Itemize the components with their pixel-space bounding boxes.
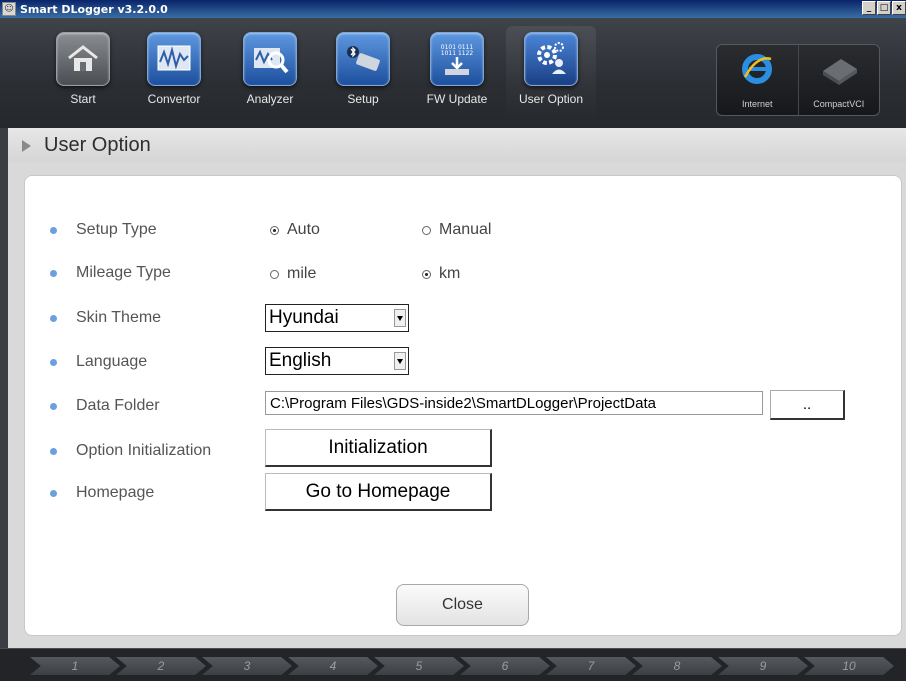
- chevron-down-icon[interactable]: [394, 309, 406, 327]
- page-title: User Option: [44, 133, 151, 156]
- bullet-icon: [50, 358, 57, 366]
- step-item[interactable]: 7: [546, 657, 636, 675]
- setup-icon: [336, 32, 390, 86]
- bullet-icon: [50, 402, 57, 410]
- tool-label: Start: [70, 92, 96, 106]
- tool-setup[interactable]: Setup: [318, 26, 408, 121]
- window-controls: _ □ x: [862, 1, 906, 15]
- compact-vci-icon: [822, 59, 857, 85]
- radio-checked-icon: [422, 269, 431, 279]
- bullet-icon: [50, 447, 57, 455]
- internet-label: Internet: [741, 99, 773, 109]
- option-init-label: Option Initialization: [76, 442, 212, 459]
- internet-button[interactable]: Internet: [717, 45, 798, 115]
- step-item[interactable]: 4: [288, 657, 378, 675]
- mileage-type-km-radio[interactable]: km: [422, 265, 460, 283]
- step-item[interactable]: 6: [460, 657, 550, 675]
- tool-fw-update[interactable]: 0101 0111 1011 1122 FW Update: [412, 26, 502, 121]
- step-bar: 1 2 3 4 5 6 7 8 9 10: [0, 648, 906, 681]
- tool-convertor[interactable]: Convertor: [129, 26, 219, 121]
- bullet-icon: [50, 269, 57, 277]
- bullet-icon: [50, 489, 57, 497]
- convertor-icon: [147, 32, 201, 86]
- homepage-label: Homepage: [76, 484, 155, 501]
- fw-update-icon: 0101 0111 1011 1122: [430, 32, 484, 86]
- data-folder-input[interactable]: C:\Program Files\GDS-inside2\SmartDLogge…: [265, 391, 763, 415]
- skin-theme-label: Skin Theme: [76, 309, 162, 326]
- step-item[interactable]: 10: [804, 657, 894, 675]
- radio-label: mile: [287, 265, 317, 282]
- close-window-button[interactable]: x: [892, 1, 906, 15]
- compact-vci-button[interactable]: CompactVCI: [797, 45, 880, 115]
- external-links-panel: Internet CompactVCI: [716, 44, 880, 116]
- browse-folder-button[interactable]: ..: [770, 390, 845, 420]
- setup-type-label: Setup Type: [76, 221, 157, 238]
- skin-theme-value: Hyundai: [269, 307, 339, 328]
- step-item[interactable]: 5: [374, 657, 464, 675]
- tool-label: Convertor: [147, 92, 201, 106]
- analyzer-icon: [243, 32, 297, 86]
- svg-text:1011 1122: 1011 1122: [441, 50, 474, 57]
- step-item[interactable]: 3: [202, 657, 292, 675]
- radio-unchecked-icon: [422, 225, 431, 235]
- maximize-button[interactable]: □: [877, 1, 891, 15]
- radio-label: Manual: [439, 221, 492, 238]
- bullet-icon: [50, 226, 57, 234]
- tool-label: FW Update: [426, 92, 488, 106]
- step-item[interactable]: 8: [632, 657, 722, 675]
- chevron-down-icon[interactable]: [394, 352, 406, 370]
- title-bar: ☺ Smart DLogger v3.2.0.0 _ □ x: [0, 0, 906, 18]
- bullet-icon: [50, 314, 57, 322]
- mileage-type-mile-radio[interactable]: mile: [270, 265, 316, 283]
- language-row: Language: [50, 348, 266, 376]
- go-to-homepage-button[interactable]: Go to Homepage: [265, 473, 492, 511]
- minimize-button[interactable]: _: [862, 1, 876, 15]
- gear-user-icon: [524, 32, 578, 86]
- language-value: English: [269, 350, 332, 371]
- window-title: Smart DLogger v3.2.0.0: [20, 2, 168, 16]
- language-select[interactable]: English: [265, 347, 409, 375]
- skin-theme-select[interactable]: Hyundai: [265, 304, 409, 332]
- tool-label: Analyzer: [246, 92, 294, 106]
- option-init-row: Option Initialization: [50, 437, 266, 465]
- tool-label: User Option: [518, 92, 584, 106]
- main-toolbar: Start Convertor Analyzer Setup 0101 0111…: [0, 18, 906, 128]
- data-folder-label: Data Folder: [76, 397, 160, 414]
- app-icon: ☺: [2, 2, 16, 16]
- language-label: Language: [76, 353, 148, 370]
- tool-user-option[interactable]: User Option: [506, 26, 596, 121]
- step-item[interactable]: 9: [718, 657, 808, 675]
- tool-analyzer[interactable]: Analyzer: [225, 26, 315, 121]
- radio-label: Auto: [287, 221, 320, 238]
- mileage-type-label: Mileage Type: [76, 264, 171, 281]
- initialization-button[interactable]: Initialization: [265, 429, 492, 467]
- homepage-row: Homepage: [50, 479, 266, 507]
- close-button[interactable]: Close: [396, 584, 529, 626]
- skin-theme-row: Skin Theme: [50, 304, 266, 332]
- play-arrow-icon: [22, 140, 31, 152]
- data-folder-row: Data Folder: [50, 392, 266, 420]
- tool-label: Setup: [347, 92, 379, 106]
- radio-checked-icon: [270, 225, 279, 235]
- tool-start[interactable]: Start: [38, 26, 128, 121]
- internet-explorer-icon: [742, 54, 773, 84]
- home-icon: [56, 32, 110, 86]
- radio-label: km: [439, 265, 461, 282]
- section-header: User Option: [8, 128, 906, 162]
- radio-unchecked-icon: [270, 269, 279, 279]
- setup-type-manual-radio[interactable]: Manual: [422, 221, 491, 239]
- setup-type-auto-radio[interactable]: Auto: [270, 221, 320, 239]
- mileage-type-row: Mileage Type: [50, 259, 266, 287]
- compact-vci-label: CompactVCI: [813, 99, 865, 109]
- setup-type-row: Setup Type: [50, 216, 266, 244]
- step-item[interactable]: 1: [30, 657, 120, 675]
- step-item[interactable]: 2: [116, 657, 206, 675]
